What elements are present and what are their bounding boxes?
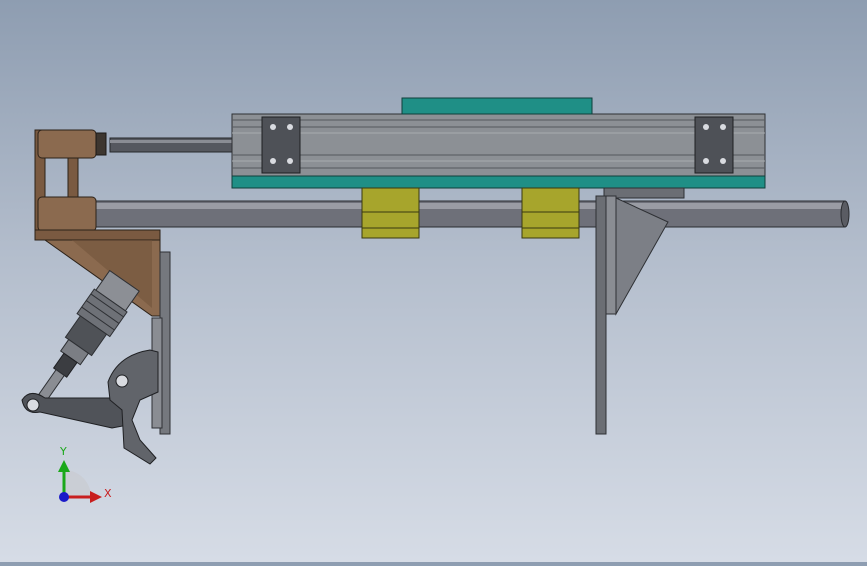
teal-top-carriage <box>401 97 593 115</box>
coordinate-triad: Y X <box>58 445 112 503</box>
x-axis-head <box>90 491 102 503</box>
x-axis-label: X <box>104 487 112 500</box>
linear-module-profile <box>231 113 766 177</box>
linear-bearing-right <box>521 187 580 239</box>
y-axis-label: Y <box>59 445 67 458</box>
z-axis-dot <box>59 492 69 502</box>
teal-base-plate <box>231 175 766 189</box>
right-end-cap <box>694 116 734 174</box>
main-shaft <box>84 200 850 228</box>
clamp-linkage <box>21 349 159 465</box>
y-axis-head <box>58 460 70 472</box>
cad-viewport[interactable]: Y X <box>0 0 867 562</box>
piston-rod <box>109 137 233 153</box>
linear-bearing-left <box>361 187 420 239</box>
left-end-cap <box>261 116 301 174</box>
